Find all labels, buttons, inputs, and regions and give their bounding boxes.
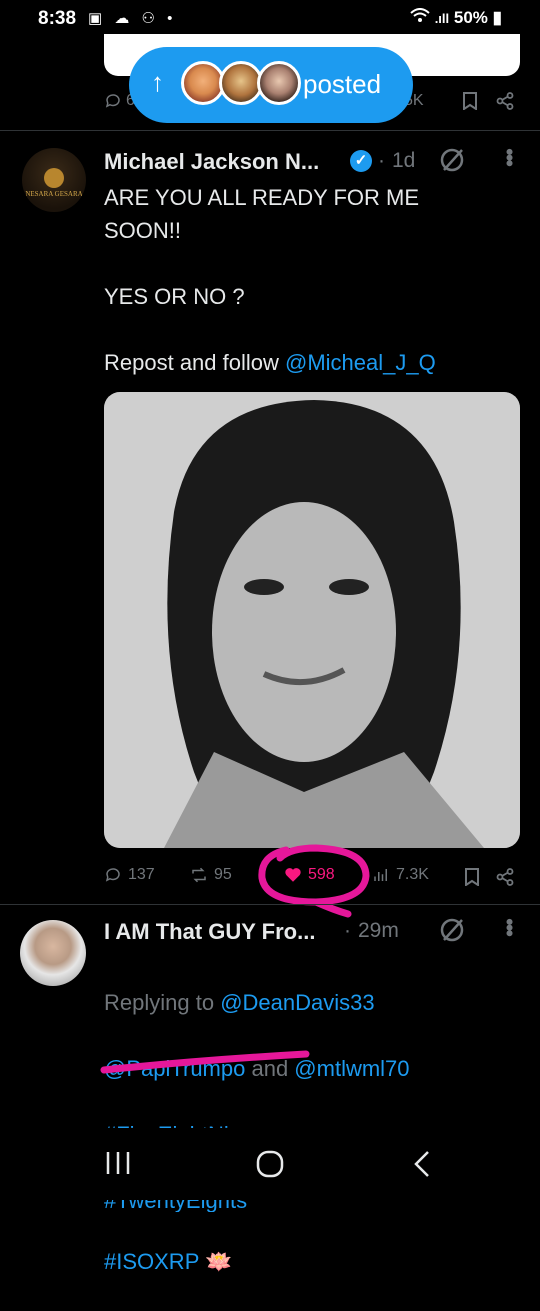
status-right: .ıll 50% ▮ — [410, 8, 502, 28]
arrow-up-icon: ↑ — [151, 67, 164, 97]
separator: · — [344, 919, 351, 942]
signal-icon: .ıll — [434, 11, 450, 26]
annotation-circle — [258, 844, 370, 918]
reply-time[interactable]: 29m — [358, 919, 399, 943]
replying-to-label: Replying to — [104, 990, 221, 1015]
back-icon[interactable] — [412, 1150, 432, 1183]
views-button[interactable]: 7.3K — [372, 866, 429, 884]
annotation-underline — [100, 1050, 310, 1074]
avatar — [257, 61, 301, 105]
lotus-emoji: 🪷 — [205, 1249, 233, 1274]
bookmark-icon[interactable] — [464, 868, 480, 891]
home-icon[interactable] — [256, 1150, 284, 1183]
globe-icon — [44, 168, 64, 188]
battery-percent: 50% — [453, 8, 488, 27]
reply-author-name[interactable]: I AM That GUY Fro... — [104, 919, 315, 945]
avatar-text: NESARA GESARA — [25, 190, 83, 198]
tweet-photo[interactable] — [104, 392, 520, 848]
more-options-icon[interactable]: ••• — [496, 148, 522, 165]
repost-icon — [192, 867, 206, 883]
battery-icon: ▮ — [492, 8, 502, 27]
author-name[interactable]: Michael Jackson N... — [104, 149, 319, 175]
share-icon[interactable] — [496, 868, 514, 891]
portrait-image — [104, 392, 520, 848]
verified-icon: ✓ — [350, 150, 372, 172]
bookmark-icon[interactable] — [462, 92, 478, 115]
recent-apps-icon[interactable] — [104, 1150, 132, 1181]
reply-icon — [105, 868, 120, 882]
post-time[interactable]: 1d — [392, 149, 415, 173]
more-options-icon[interactable]: ••• — [496, 918, 522, 935]
tweet-body: ARE YOU ALL READY FOR ME SOON!! YES OR N… — [104, 181, 520, 379]
posted-label: posted — [303, 69, 382, 99]
separator: · — [378, 149, 385, 172]
tweet-text: ARE YOU ALL READY FOR ME SOON!! YES OR N… — [104, 185, 420, 375]
views-icon — [374, 869, 387, 881]
mention-link[interactable]: @Micheal_J_Q — [285, 350, 436, 375]
status-icons: ▣ ☁ ⚇ • — [88, 10, 177, 27]
android-nav-bar — [0, 1128, 540, 1200]
reply-icon[interactable] — [104, 92, 122, 115]
share-icon[interactable] — [496, 92, 514, 115]
divider — [0, 904, 540, 905]
new-posts-pill[interactable]: ↑ posted — [129, 47, 413, 123]
avatar[interactable] — [20, 920, 86, 986]
hashtag-link[interactable]: #ISOXRP — [104, 1249, 199, 1274]
status-time: 8:38 — [38, 8, 77, 29]
avatar[interactable]: NESARA GESARA — [22, 148, 86, 212]
grok-icon[interactable] — [438, 146, 466, 179]
grok-icon[interactable] — [438, 916, 466, 949]
wifi-icon — [410, 8, 435, 27]
views-count: 7.3K — [396, 866, 429, 883]
mention-link[interactable]: @DeanDavis33 — [220, 990, 374, 1015]
reply-count: 137 — [128, 866, 155, 883]
divider — [0, 130, 540, 131]
reply-button[interactable]: 137 — [104, 866, 155, 884]
repost-count: 95 — [214, 866, 232, 883]
repost-button[interactable]: 95 — [190, 866, 232, 884]
